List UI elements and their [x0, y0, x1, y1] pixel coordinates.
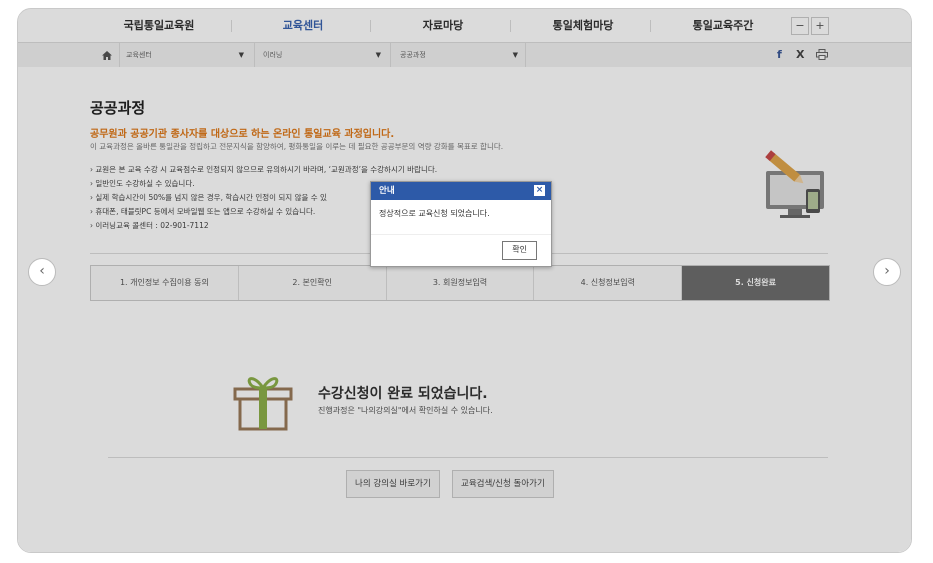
close-icon[interactable]: × — [534, 185, 545, 196]
notice-dialog: 안내 × 정상적으로 교육신청 되었습니다. 확인 — [370, 181, 552, 267]
dialog-message: 정상적으로 교육신청 되었습니다. — [379, 209, 490, 218]
dialog-title: 안내 — [379, 186, 395, 196]
dialog-header: 안내 × — [371, 182, 551, 200]
modal-backdrop — [18, 9, 911, 552]
confirm-button[interactable]: 확인 — [502, 241, 537, 260]
browser-frame: 국립통일교육원 교육센터 자료마당 통일체험마당 통일교육주간 − + 교육센터… — [17, 8, 912, 553]
dialog-footer: 확인 — [371, 234, 551, 264]
next-arrow-button[interactable]: › — [873, 258, 901, 286]
prev-arrow-button[interactable]: ‹ — [28, 258, 56, 286]
